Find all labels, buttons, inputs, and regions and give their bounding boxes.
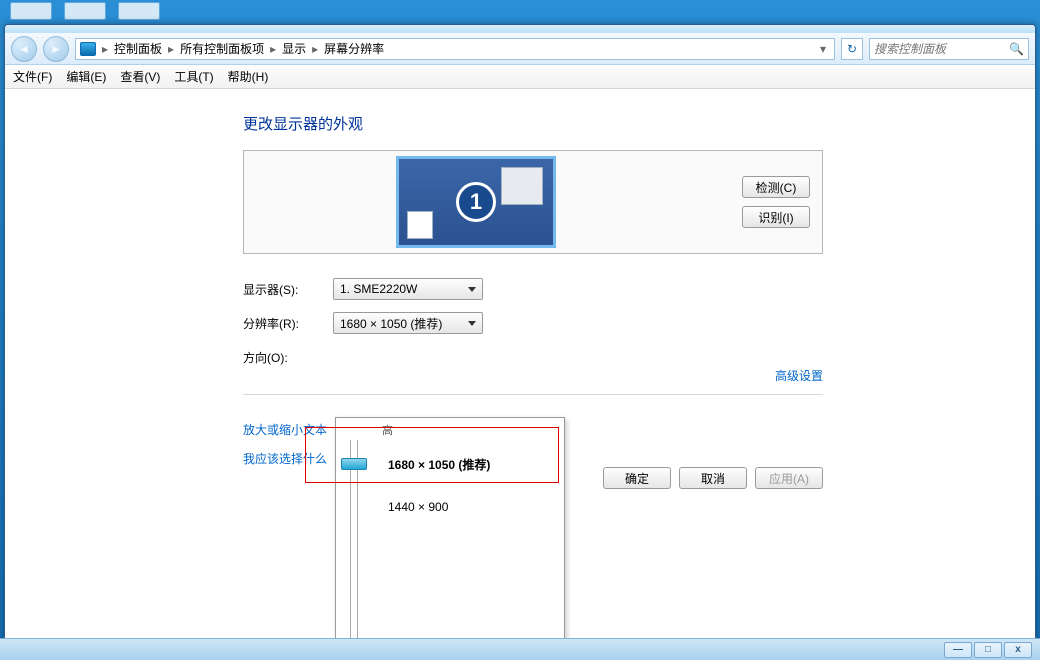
orientation-label: 方向(O): — [243, 349, 333, 366]
chevron-down-icon — [468, 287, 476, 292]
resolution-slider-thumb[interactable] — [341, 458, 367, 470]
breadcrumb[interactable]: 显示 — [282, 40, 306, 57]
bottom-taskbar: — □ x — [0, 638, 1040, 660]
resolution-dropdown[interactable]: 高 1680 × 1050 (推荐) 1440 × 900 1280 × 800 — [335, 417, 565, 655]
menu-file[interactable]: 文件(F) — [13, 68, 52, 85]
explorer-window: ◄ ► ▸ 控制面板 ▸ 所有控制面板项 ▸ 显示 ▸ 屏幕分辨率 ▾ ↻ 🔍 … — [4, 24, 1036, 656]
forward-button[interactable]: ► — [43, 36, 69, 62]
monitor-preview-box: 1 检测(C) 识别(I) — [243, 150, 823, 254]
taskbar-icon[interactable] — [118, 2, 160, 20]
monitor-preview[interactable]: 1 — [396, 156, 556, 248]
address-bar[interactable]: ▸ 控制面板 ▸ 所有控制面板项 ▸ 显示 ▸ 屏幕分辨率 ▾ — [75, 38, 835, 60]
search-box[interactable]: 🔍 — [869, 38, 1029, 60]
breadcrumb[interactable]: 所有控制面板项 — [180, 40, 264, 57]
cancel-button[interactable]: 取消 — [679, 467, 747, 489]
addr-dropdown-icon[interactable]: ▾ — [816, 42, 830, 56]
resolution-option-selected[interactable]: 1680 × 1050 (推荐) — [388, 456, 490, 473]
menubar: 文件(F) 编辑(E) 查看(V) 工具(T) 帮助(H) — [5, 65, 1035, 89]
monitor-number: 1 — [456, 182, 496, 222]
resolution-combo[interactable]: 1680 × 1050 (推荐) — [333, 312, 483, 334]
taskbar-icon[interactable] — [64, 2, 106, 20]
minimize-button-dup[interactable]: — — [944, 642, 972, 658]
breadcrumb[interactable]: 控制面板 — [114, 40, 162, 57]
chevron-right-icon: ▸ — [270, 42, 276, 56]
display-combo[interactable]: 1. SME2220W — [333, 278, 483, 300]
chevron-down-icon — [468, 321, 476, 326]
breadcrumb[interactable]: 屏幕分辨率 — [324, 40, 384, 57]
detect-button[interactable]: 检测(C) — [742, 176, 810, 198]
apply-button[interactable]: 应用(A) — [755, 467, 823, 489]
slider-top-label: 高 — [382, 422, 393, 438]
menu-help[interactable]: 帮助(H) — [228, 68, 269, 85]
menu-tools[interactable]: 工具(T) — [174, 68, 213, 85]
resolution-label: 分辨率(R): — [243, 315, 333, 332]
identify-button[interactable]: 识别(I) — [742, 206, 810, 228]
chevron-right-icon: ▸ — [168, 42, 174, 56]
navbar: ◄ ► ▸ 控制面板 ▸ 所有控制面板项 ▸ 显示 ▸ 屏幕分辨率 ▾ ↻ 🔍 — [5, 33, 1035, 65]
refresh-button[interactable]: ↻ — [841, 38, 863, 60]
chevron-right-icon: ▸ — [102, 42, 108, 56]
preview-window-icon — [501, 167, 543, 205]
search-input[interactable] — [874, 42, 994, 56]
taskbar-icon[interactable] — [10, 2, 52, 20]
display-label: 显示器(S): — [243, 281, 333, 298]
resolution-combo-value: 1680 × 1050 (推荐) — [340, 315, 442, 332]
control-panel-icon — [80, 42, 96, 56]
page-heading: 更改显示器的外观 — [243, 113, 823, 134]
resolution-option[interactable]: 1440 × 900 — [388, 500, 448, 514]
titlebar — [5, 25, 1035, 33]
ok-button[interactable]: 确定 — [603, 467, 671, 489]
search-icon: 🔍 — [1009, 42, 1024, 56]
separator — [243, 394, 823, 395]
menu-view[interactable]: 查看(V) — [120, 68, 160, 85]
menu-edit[interactable]: 编辑(E) — [66, 68, 106, 85]
chevron-right-icon: ▸ — [312, 42, 318, 56]
advanced-settings-link[interactable]: 高级设置 — [775, 367, 823, 384]
back-button[interactable]: ◄ — [11, 36, 37, 62]
close-button-dup[interactable]: x — [1004, 642, 1032, 658]
display-combo-value: 1. SME2220W — [340, 282, 417, 296]
preview-window-icon — [407, 211, 433, 239]
maximize-button-dup[interactable]: □ — [974, 642, 1002, 658]
content-area: 更改显示器的外观 1 检测(C) 识别(I) 显示器(S): 1. SME222… — [5, 89, 1035, 655]
resolution-slider-track[interactable] — [350, 440, 358, 655]
